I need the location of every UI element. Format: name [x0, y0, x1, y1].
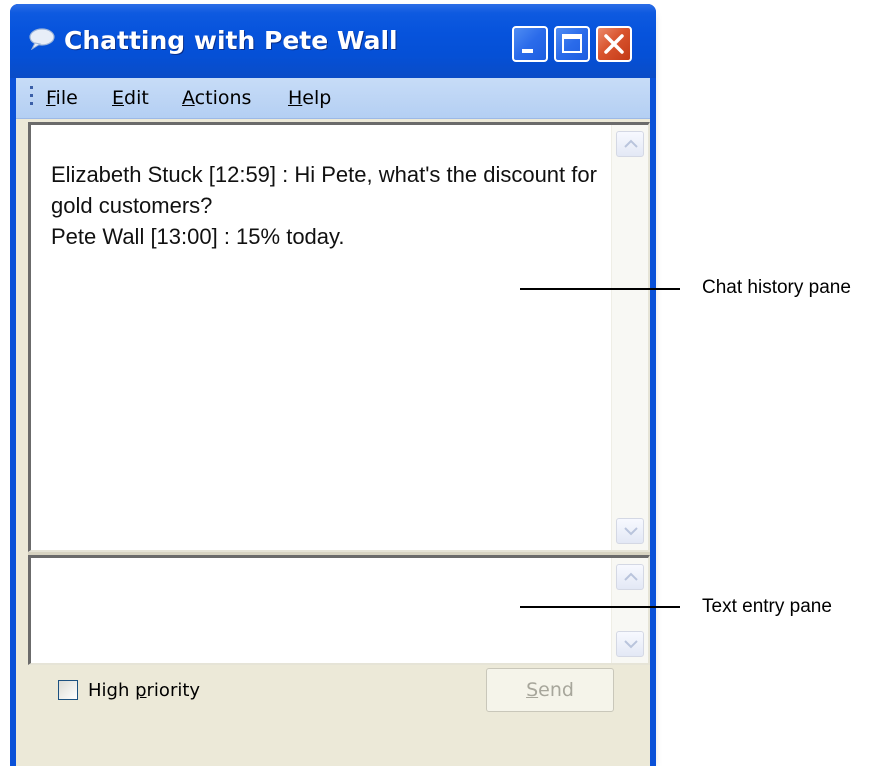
maximize-icon — [562, 34, 582, 53]
menu-edit[interactable]: Edit — [112, 87, 149, 109]
priority-label-part: High — [88, 680, 136, 701]
scroll-up-button[interactable] — [616, 564, 644, 590]
menu-edit-mnemonic: E — [112, 87, 125, 109]
menu-file-label: ile — [55, 87, 78, 109]
entry-callout-label: Text entry pane — [702, 596, 832, 617]
close-button[interactable] — [596, 26, 632, 62]
send-button[interactable]: Send — [486, 668, 614, 712]
high-priority-checkbox[interactable] — [58, 680, 78, 700]
menu-actions[interactable]: Actions — [182, 87, 251, 109]
chat-message: Pete Wall [13:00] : 15% today. — [51, 224, 345, 249]
toolbar-grip-icon — [30, 86, 33, 105]
scroll-up-button[interactable] — [616, 131, 644, 157]
close-icon — [604, 34, 624, 54]
history-callout-label: Chat history pane — [702, 277, 851, 298]
menu-edit-label: dit — [124, 87, 149, 109]
window-title: Chatting with Pete Wall — [64, 26, 398, 55]
minimize-icon — [522, 49, 533, 53]
text-entry-pane[interactable] — [28, 555, 650, 665]
text-entry-scrollbar[interactable] — [611, 558, 648, 663]
menu-actions-label: ctions — [194, 87, 252, 109]
chevron-up-icon — [624, 572, 638, 581]
entry-callout-line — [520, 606, 680, 608]
title-bar[interactable]: Chatting with Pete Wall — [10, 4, 656, 78]
chat-history-pane[interactable]: Elizabeth Stuck [12:59] : Hi Pete, what'… — [28, 122, 650, 552]
chevron-down-icon — [624, 640, 638, 649]
chevron-down-icon — [624, 527, 638, 536]
menu-file[interactable]: File — [46, 87, 78, 109]
priority-label-mnemonic: p — [135, 680, 147, 701]
high-priority-label[interactable]: High priority — [88, 680, 200, 701]
menu-help-mnemonic: H — [288, 87, 303, 109]
window-client-area: File Edit Actions Help Elizabeth Stuck [… — [16, 78, 650, 766]
menu-help-label: elp — [302, 87, 332, 109]
scroll-down-button[interactable] — [616, 631, 644, 657]
send-label-mnemonic: S — [526, 679, 539, 701]
scroll-down-button[interactable] — [616, 518, 644, 544]
maximize-button[interactable] — [554, 26, 590, 62]
menu-actions-mnemonic: A — [182, 87, 195, 109]
menu-help[interactable]: Help — [288, 87, 331, 109]
text-entry-input[interactable] — [43, 568, 603, 648]
chat-window: Chatting with Pete Wall File Edit Action… — [10, 4, 656, 766]
priority-label-part: riority — [146, 680, 201, 701]
history-callout-line — [520, 288, 680, 290]
send-label: end — [538, 679, 574, 701]
minimize-button[interactable] — [512, 26, 548, 62]
chat-bubble-icon — [29, 28, 55, 50]
menu-bar: File Edit Actions Help — [16, 78, 650, 119]
chevron-up-icon — [624, 139, 638, 148]
chat-history-text: Elizabeth Stuck [12:59] : Hi Pete, what'… — [51, 159, 599, 252]
menu-file-mnemonic: F — [46, 87, 56, 109]
chat-message: Elizabeth Stuck [12:59] : Hi Pete, what'… — [51, 162, 597, 218]
chat-history-scrollbar[interactable] — [611, 125, 648, 550]
